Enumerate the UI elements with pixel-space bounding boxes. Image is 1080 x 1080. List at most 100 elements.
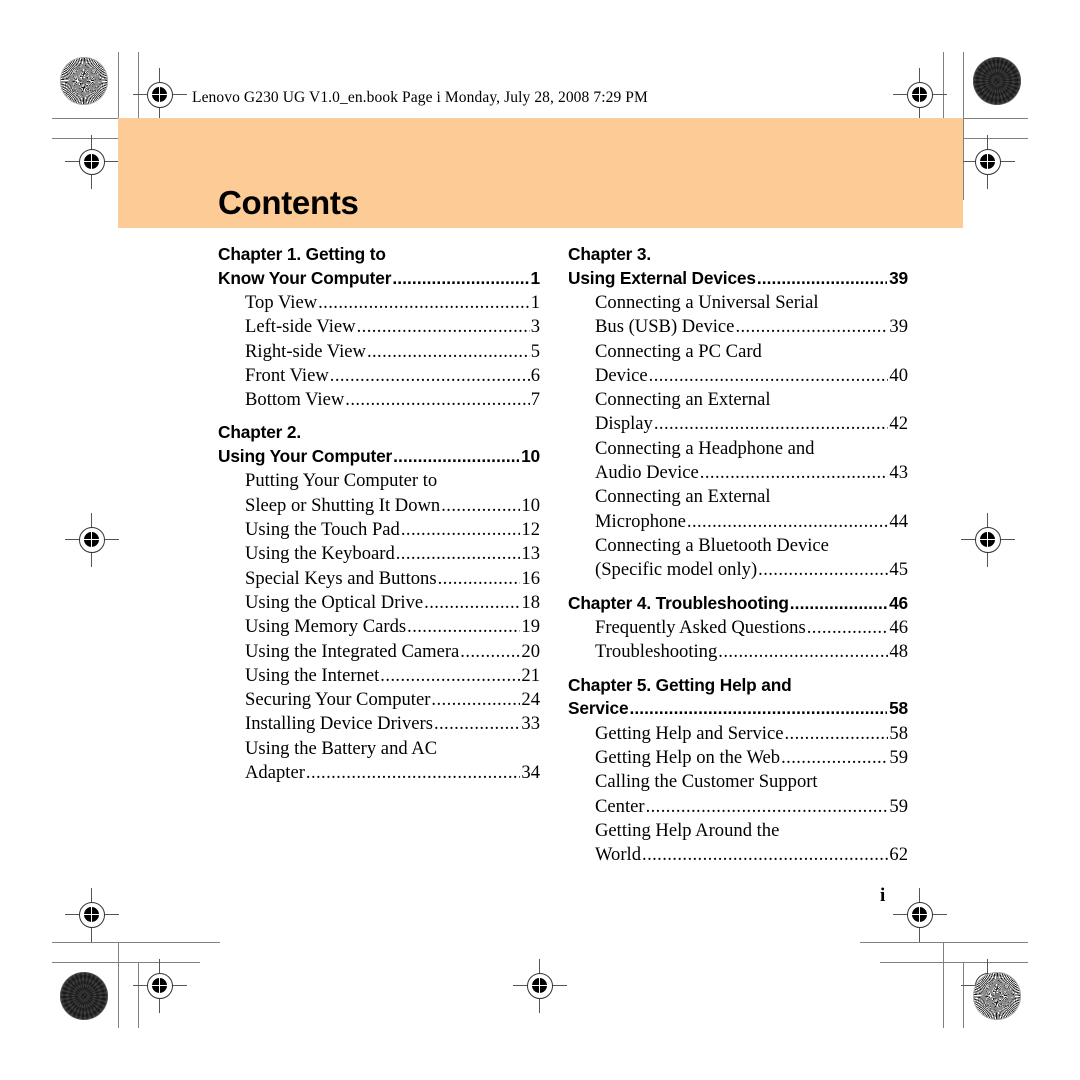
toc-entry[interactable]: Left-side View 3 [245,315,540,339]
toc-entry[interactable]: Getting Help Around the World 62 [595,819,908,868]
toc-entry-row[interactable]: Right-side View 5 [245,340,540,364]
toc-chapter-heading[interactable]: Chapter 5. Getting Help and Service 58 [568,674,908,721]
toc-chapter-row[interactable]: Chapter 4. Troubleshooting 46 [568,592,908,616]
toc-entry[interactable]: Using the Integrated Camera 20 [245,640,540,664]
toc-entry-row[interactable]: Bottom View 7 [245,388,540,412]
toc-entry-label: Getting Help on the Web [595,746,781,768]
toc-entry-row[interactable]: Left-side View 3 [245,315,540,339]
toc-entry-row[interactable]: Front View 6 [245,364,540,388]
toc-entry-row[interactable]: Using the Integrated Camera 20 [245,640,540,664]
registration-target-icon [65,888,119,942]
leader-dots [357,315,530,339]
toc-entry-label: Using Your Computer [218,445,393,466]
toc-entry-row[interactable]: Securing Your Computer 24 [245,688,540,712]
toc-entry[interactable]: Using the Touch Pad 12 [245,518,540,542]
toc-entry-row[interactable]: Special Keys and Buttons 16 [245,567,540,591]
toc-entry-row[interactable]: Troubleshooting 48 [595,640,908,664]
toc-chapter-row[interactable]: Know Your Computer 1 [218,267,540,291]
toc-entry[interactable]: Connecting a Universal Serial Bus (USB) D… [595,291,908,340]
toc-chapter-row[interactable]: Using Your Computer 10 [218,445,540,469]
toc-entry-page: 1 [530,292,540,313]
toc-entry-row[interactable]: Using the Touch Pad 12 [245,518,540,542]
toc-entry-row[interactable]: Device 40 [595,364,908,388]
table-of-contents: Chapter 1. Getting to Know Your Computer 1… [0,243,1080,867]
toc-entry[interactable]: Top View 1 [245,291,540,315]
toc-entry-row[interactable]: Center 59 [595,795,908,819]
toc-entry-page: 43 [889,462,908,484]
toc-entry-row[interactable]: Getting Help and Service 58 [595,722,908,746]
toc-entry-row[interactable]: Using Memory Cards 19 [245,615,540,639]
toc-entry-line: Connecting an External [595,389,771,411]
toc-entry-row[interactable]: Installing Device Drivers 33 [245,712,540,736]
toc-entry[interactable]: Connecting an External Microphone 44 [595,485,908,534]
leader-dots [629,697,887,721]
toc-chapter-heading[interactable]: Chapter 4. Troubleshooting 46 [568,592,908,616]
leader-dots [649,364,889,388]
density-patch-icon [973,57,1021,105]
toc-entry[interactable]: Connecting a PC CardDevice 40 [595,340,908,389]
toc-chapter-heading[interactable]: Chapter 3. Using External Devices 39 [568,243,908,290]
toc-entry-label: Microphone [595,510,686,532]
toc-entry-label: Know Your Computer [218,267,392,288]
toc-entry-row[interactable]: Display 42 [595,412,908,436]
toc-chapter-line: Chapter 2. [218,422,302,443]
toc-entry-row[interactable]: (Specific model only) 45 [595,558,908,582]
toc-entry[interactable]: Using the Keyboard 13 [245,542,540,566]
toc-entry-row[interactable]: Using the Keyboard 13 [245,542,540,566]
registration-target-icon [133,68,187,122]
toc-entry[interactable]: Troubleshooting 48 [595,640,908,664]
toc-entry-row[interactable]: Getting Help on the Web 59 [595,746,908,770]
toc-chapter-row[interactable]: Service 58 [568,697,908,721]
toc-entry-group: Top View 1 Left-side View 3 Right-side View 5… [218,291,540,412]
toc-entry[interactable]: Using the Optical Drive 18 [245,591,540,615]
toc-entry[interactable]: Front View 6 [245,364,540,388]
toc-chapter-line: Chapter 1. Getting to [218,244,386,264]
toc-entry[interactable]: Getting Help on the Web 59 [595,746,908,770]
toc-entry-label: Using the Touch Pad [245,519,400,541]
toc-entry[interactable]: Connecting an ExternalDisplay 42 [595,388,908,437]
toc-entry-page: 42 [889,413,908,435]
registration-target-icon [133,959,187,1013]
leader-dots [330,364,530,388]
toc-entry-row[interactable]: Adapter 34 [245,761,540,785]
toc-entry-line: Connecting an External [595,486,771,508]
toc-entry-row[interactable]: Bus (USB) Device 39 [595,315,908,339]
toc-entry-row[interactable]: Sleep or Shutting It Down 10 [245,494,540,518]
toc-entry-row[interactable]: Top View 1 [245,291,540,315]
toc-entry-line: Calling the Customer Support [595,771,818,793]
toc-chapter-row[interactable]: Using External Devices 39 [568,267,908,291]
toc-entry[interactable]: Using the Internet 21 [245,664,540,688]
toc-entry-page: 5 [530,340,540,362]
toc-entry[interactable]: Using the Battery and AC Adapter 34 [245,737,540,786]
toc-entry[interactable]: Special Keys and Buttons 16 [245,567,540,591]
leader-dots [718,640,888,664]
toc-entry[interactable]: Bottom View 7 [245,388,540,412]
toc-entry[interactable]: Using Memory Cards 19 [245,615,540,639]
toc-chapter-heading[interactable]: Chapter 2.Using Your Computer 10 [218,421,540,468]
leader-dots [424,591,520,615]
toc-entry-page: 62 [889,844,908,866]
toc-entry[interactable]: Calling the Customer SupportCenter 59 [595,770,908,819]
toc-entry[interactable]: Right-side View 5 [245,340,540,364]
toc-entry-row[interactable]: Audio Device 43 [595,461,908,485]
toc-entry[interactable]: Frequently Asked Questions 46 [595,616,908,640]
toc-entry-row[interactable]: Microphone 44 [595,510,908,534]
toc-entry-page: 12 [521,519,540,541]
toc-chapter-heading[interactable]: Chapter 1. Getting to Know Your Computer 1 [218,243,540,290]
toc-entry-row[interactable]: Using the Optical Drive 18 [245,591,540,615]
toc-entry-label: Adapter [245,762,305,784]
toc-entry[interactable]: Getting Help and Service 58 [595,722,908,746]
toc-entry-row[interactable]: Using the Internet 21 [245,664,540,688]
toc-entry-page: 46 [889,592,908,613]
toc-entry[interactable]: Connecting a Bluetooth Device (Specific m… [595,534,908,583]
toc-entry-row[interactable]: World 62 [595,843,908,867]
leader-dots [396,542,521,566]
leader-dots [434,712,520,736]
leader-dots [380,664,520,688]
toc-entry[interactable]: Putting Your Computer to Sleep or Shuttin… [245,469,540,518]
registration-target-icon [961,135,1015,189]
toc-entry[interactable]: Installing Device Drivers 33 [245,712,540,736]
toc-entry-row[interactable]: Frequently Asked Questions 46 [595,616,908,640]
toc-entry[interactable]: Connecting a Headphone and Audio Device 43 [595,437,908,486]
toc-entry[interactable]: Securing Your Computer 24 [245,688,540,712]
